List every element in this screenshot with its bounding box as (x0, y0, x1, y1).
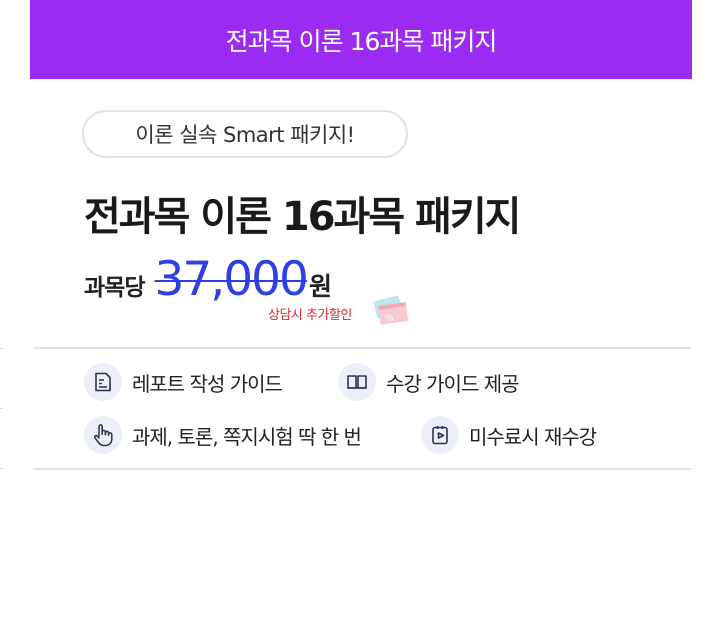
package-header: 전과목 이론 16과목 패키지 (30, 0, 692, 79)
feature-label: 과제, 토론, 쪽지시험 딱 한 번 (132, 424, 362, 449)
hand-pointer-icon (84, 416, 122, 454)
feature-report-guide: 레포트 작성 가이드 (84, 363, 283, 401)
report-icon (84, 363, 122, 401)
price-row: 과목당 37,000 원 (84, 252, 332, 308)
edge-mark (0, 468, 3, 469)
tagline-badge: 이론 실속 Smart 패키지! (82, 110, 408, 158)
feature-study-guide: 수강 가이드 제공 (338, 363, 520, 401)
feature-retake: 미수료시 재수강 (421, 416, 597, 454)
coupon-icon: % (373, 295, 408, 325)
feature-label: 미수료시 재수강 (469, 424, 597, 449)
divider-bottom (33, 468, 691, 470)
book-icon (338, 363, 376, 401)
price-prefix: 과목당 (84, 275, 145, 301)
feature-label: 레포트 작성 가이드 (132, 371, 283, 396)
price-unit: 원 (308, 272, 332, 301)
svg-text:%: % (385, 314, 394, 324)
feature-one-time-tasks: 과제, 토론, 쪽지시험 딱 한 번 (84, 416, 362, 454)
price-amount: 37,000 (154, 252, 308, 307)
video-icon (421, 416, 459, 454)
feature-label: 수강 가이드 제공 (386, 371, 520, 396)
edge-mark (0, 348, 3, 349)
header-title: 전과목 이론 16과목 패키지 (225, 26, 498, 56)
product-title: 전과목 이론 16과목 패키지 (84, 194, 521, 240)
divider-top (33, 347, 691, 349)
edge-mark (0, 408, 3, 409)
tagline-text: 이론 실속 Smart 패키지! (135, 123, 355, 147)
discount-note: 상담시 추가할인 (268, 308, 352, 323)
